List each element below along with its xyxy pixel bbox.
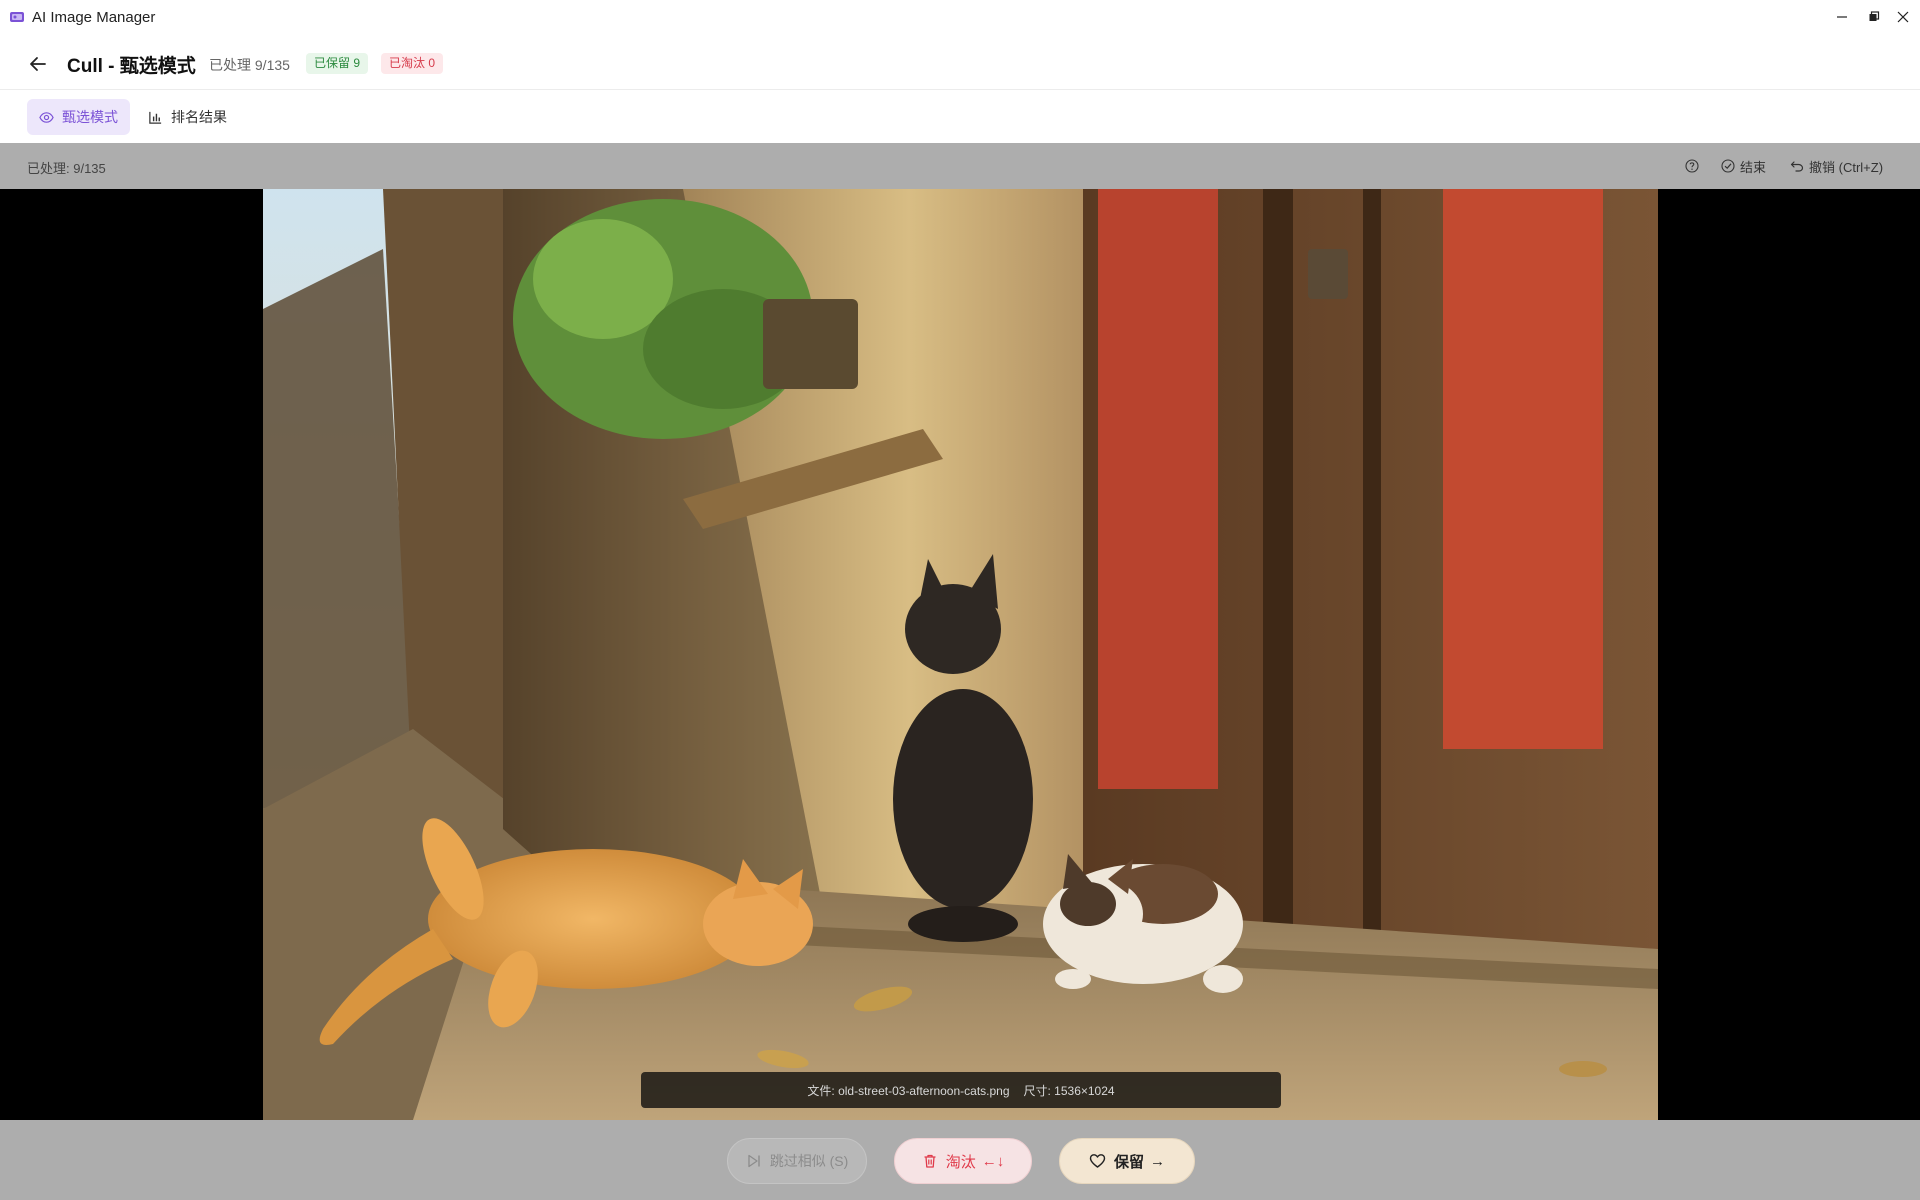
trash-icon: [924, 1154, 936, 1168]
bar-chart-icon: [149, 111, 162, 124]
processed-count: 已处理 9/135: [209, 57, 290, 73]
close-icon: [1897, 11, 1909, 23]
undo-label: 撤销 (Ctrl+Z): [1809, 159, 1884, 175]
skip-similar-button[interactable]: 跳过相似 (S): [727, 1138, 867, 1184]
rejected-badge: 已淘汰 0: [381, 53, 444, 74]
minimize-button[interactable]: [1825, 4, 1859, 30]
page-title: Cull - 甄选模式: [67, 56, 196, 77]
help-button[interactable]: [1682, 154, 1706, 178]
minimize-icon: [1837, 16, 1847, 18]
check-circle-icon: [1721, 159, 1735, 173]
finish-button[interactable]: 结束: [1721, 154, 1766, 178]
app-logo-icon: [10, 12, 24, 22]
heart-icon: [1089, 1154, 1106, 1168]
undo-button[interactable]: 撤销 (Ctrl+Z): [1790, 154, 1883, 178]
tab-ranking[interactable]: 排名结果: [136, 99, 239, 135]
undo-icon: [1790, 161, 1804, 172]
image-viewer: 文件: old-street-03-afternoon-cats.png 尺寸:…: [0, 189, 1920, 1120]
title-bar: AI Image Manager: [0, 0, 1920, 34]
skip-forward-icon: [748, 1154, 760, 1168]
image-dimensions: 尺寸: 1536×1024: [1023, 1083, 1115, 1098]
toolbar-status: 已处理: 9/135: [27, 161, 106, 176]
keep-label: 保留: [1113, 1153, 1144, 1171]
reject-label: 淘汰: [945, 1153, 976, 1171]
app-title: AI Image Manager: [32, 9, 156, 26]
image-filename: 文件: old-street-03-afternoon-cats.png: [807, 1083, 1010, 1098]
current-image[interactable]: 文件: old-street-03-afternoon-cats.png 尺寸:…: [263, 189, 1658, 1120]
maximize-icon: [1869, 11, 1880, 21]
reject-shortcut: ←↓: [981, 1152, 1005, 1170]
cats-photo: [263, 189, 1658, 1120]
kept-badge: 已保留 9: [306, 53, 369, 74]
help-icon: [1684, 159, 1699, 173]
skip-similar-label: 跳过相似 (S): [769, 1153, 849, 1169]
viewer-toolbar: 已处理: 9/135 结束 撤销 (Ctrl+Z): [0, 143, 1920, 189]
mode-tabs: 甄选模式 排名结果: [0, 90, 1920, 143]
tab-cull-mode[interactable]: 甄选模式: [27, 99, 130, 135]
keep-shortcut: →: [1150, 1152, 1165, 1170]
finish-label: 结束: [1740, 159, 1767, 175]
image-info-caption: 文件: old-street-03-afternoon-cats.png 尺寸:…: [641, 1072, 1281, 1108]
back-button[interactable]: [24, 50, 52, 78]
keep-button[interactable]: 保留 →: [1059, 1138, 1195, 1184]
arrow-left-icon: [30, 57, 46, 71]
action-bar: 跳过相似 (S) 淘汰 ←↓ 保留 →: [0, 1120, 1920, 1200]
page-header: Cull - 甄选模式 已处理 9/135 已保留 9 已淘汰 0: [0, 34, 1920, 90]
tab-cull-label: 甄选模式: [62, 109, 118, 125]
close-button[interactable]: [1886, 4, 1920, 30]
tab-ranking-label: 排名结果: [171, 109, 227, 125]
reject-button[interactable]: 淘汰 ←↓: [894, 1138, 1032, 1184]
eye-icon: [39, 111, 54, 123]
